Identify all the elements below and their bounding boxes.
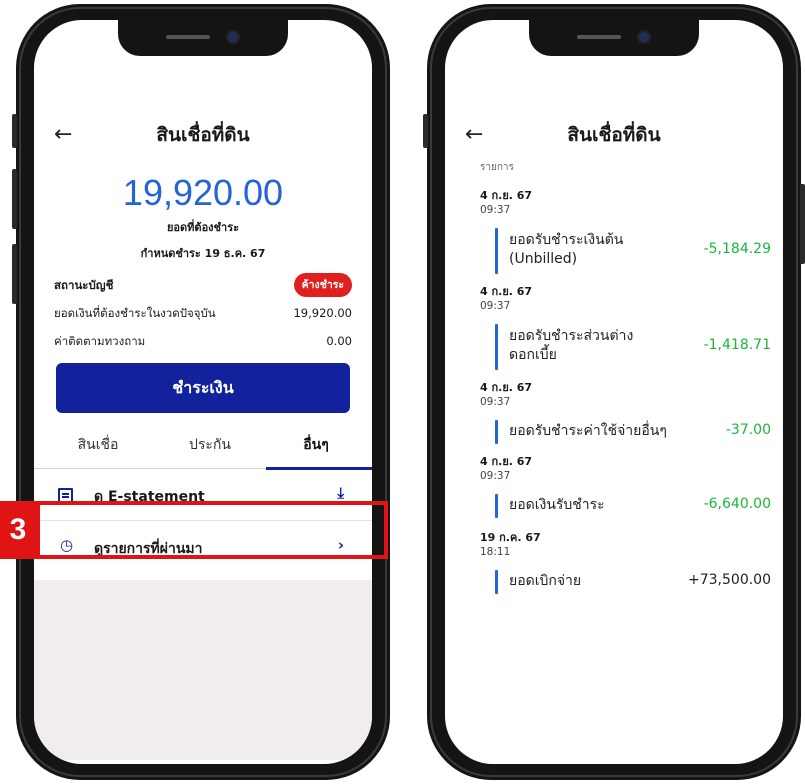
transaction-date: 4 ก.ย. 67 bbox=[480, 285, 533, 298]
step-number-badge: 3 bbox=[0, 501, 36, 559]
transaction-description: ยอดเงินรับชำระ bbox=[509, 497, 605, 513]
phone-side-button bbox=[12, 169, 17, 229]
tab-insurance[interactable]: ประกัน bbox=[154, 434, 266, 456]
transaction-time: 09:37 bbox=[480, 396, 511, 408]
transaction-amount: -6,640.00 bbox=[703, 496, 771, 512]
outstanding-amount: 19,920.00 bbox=[122, 172, 284, 213]
tab-bar: สินเชื่อ ประกัน อื่นๆ bbox=[34, 426, 372, 470]
transaction-amount: -37.00 bbox=[725, 422, 771, 438]
left-screen: ← สินเชื่อที่ดิน 19,920.00 ยอดที่ต้องชำร… bbox=[34, 20, 372, 764]
right-screen: ← สินเชื่อที่ดิน รายการ 4 ก.ย. 67 09:37 … bbox=[445, 20, 783, 764]
transaction-time: 09:37 bbox=[480, 470, 511, 482]
collection-fee-row: ค่าติดตามทวงถาม 0.00 bbox=[54, 332, 352, 350]
empty-content-area bbox=[34, 580, 372, 760]
collection-fee-label: ค่าติดตามทวงถาม bbox=[54, 334, 146, 348]
transaction-amount: -1,418.71 bbox=[703, 337, 771, 353]
transaction-date: 4 ก.ย. 67 bbox=[480, 455, 533, 468]
speaker bbox=[577, 35, 621, 39]
transaction-time: 09:37 bbox=[480, 204, 511, 216]
transaction-row[interactable]: ยอดรับชำระส่วนต่าง ดอกเบี้ย -1,418.71 bbox=[495, 324, 771, 370]
transaction-bar bbox=[495, 570, 498, 594]
phone-side-button bbox=[12, 244, 17, 304]
highlight-box bbox=[36, 501, 388, 559]
transaction-row[interactable]: ยอดเงินรับชำระ -6,640.00 bbox=[495, 494, 771, 518]
transaction-bar bbox=[495, 494, 498, 518]
current-due-value: 19,920.00 bbox=[293, 306, 352, 320]
notch bbox=[118, 20, 288, 56]
camera bbox=[639, 32, 649, 42]
transaction-bar bbox=[495, 228, 498, 274]
account-status-row: สถานะบัญชี ค้างชำระ bbox=[54, 273, 352, 297]
transaction-amount: +73,500.00 bbox=[688, 572, 771, 588]
transaction-description: ยอดเบิกจ่าย bbox=[509, 573, 582, 589]
transaction-row[interactable]: ยอดรับชำระค่าใช้จ่ายอื่นๆ -37.00 bbox=[495, 420, 771, 444]
transaction-date: 19 ก.ค. 67 bbox=[480, 531, 541, 544]
transaction-bar bbox=[495, 420, 498, 444]
page-title: สินเชื่อที่ดิน bbox=[567, 124, 661, 146]
current-due-label: ยอดเงินที่ต้องชำระในงวดปัจจุบัน bbox=[54, 306, 216, 320]
speaker bbox=[166, 35, 210, 39]
active-tab-indicator bbox=[266, 467, 372, 470]
phone-side-button bbox=[423, 114, 428, 148]
transaction-time: 09:37 bbox=[480, 300, 511, 312]
transaction-row[interactable]: ยอดรับชำระเงินต้น (Unbilled) -5,184.29 bbox=[495, 228, 771, 274]
notch bbox=[529, 20, 699, 56]
account-status-label: สถานะบัญชี bbox=[54, 278, 114, 292]
transaction-description: ยอดรับชำระเงินต้น bbox=[509, 232, 624, 248]
collection-fee-value: 0.00 bbox=[326, 334, 352, 348]
download-icon[interactable]: ⤓ bbox=[337, 484, 344, 502]
tab-others[interactable]: อื่นๆ bbox=[260, 434, 372, 456]
transaction-bar bbox=[495, 324, 498, 370]
transaction-time: 18:11 bbox=[480, 546, 511, 558]
amount-label: ยอดที่ต้องชำระ bbox=[166, 221, 240, 234]
transaction-description-line2: ดอกเบี้ย bbox=[509, 347, 557, 363]
camera bbox=[228, 32, 238, 42]
transaction-description: ยอดรับชำระค่าใช้จ่ายอื่นๆ bbox=[509, 423, 667, 439]
due-date: กำหนดชำระ 19 ธ.ค. 67 bbox=[140, 247, 266, 260]
pay-button[interactable]: ชำระเงิน bbox=[56, 363, 350, 413]
phone-side-button bbox=[800, 184, 805, 264]
transaction-amount: -5,184.29 bbox=[703, 241, 771, 257]
section-label: รายการ bbox=[480, 162, 514, 173]
transaction-date: 4 ก.ย. 67 bbox=[480, 381, 533, 394]
current-due-row: ยอดเงินที่ต้องชำระในงวดปัจจุบัน 19,920.0… bbox=[54, 304, 352, 322]
transaction-row[interactable]: ยอดเบิกจ่าย +73,500.00 bbox=[495, 570, 771, 594]
phone-side-button bbox=[12, 114, 17, 148]
top-bar: ← สินเชื่อที่ดิน bbox=[445, 120, 783, 154]
page-title: สินเชื่อที่ดิน bbox=[156, 124, 250, 146]
left-phone: ← สินเชื่อที่ดิน 19,920.00 ยอดที่ต้องชำร… bbox=[12, 4, 390, 780]
top-bar: ← สินเชื่อที่ดิน bbox=[34, 120, 372, 154]
transaction-description: ยอดรับชำระส่วนต่าง bbox=[509, 328, 634, 344]
transaction-date: 4 ก.ย. 67 bbox=[480, 189, 533, 202]
right-phone: ← สินเชื่อที่ดิน รายการ 4 ก.ย. 67 09:37 … bbox=[423, 4, 805, 780]
transaction-description-line2: (Unbilled) bbox=[509, 251, 578, 267]
tab-loan[interactable]: สินเชื่อ bbox=[42, 434, 154, 456]
status-badge: ค้างชำระ bbox=[293, 273, 352, 297]
